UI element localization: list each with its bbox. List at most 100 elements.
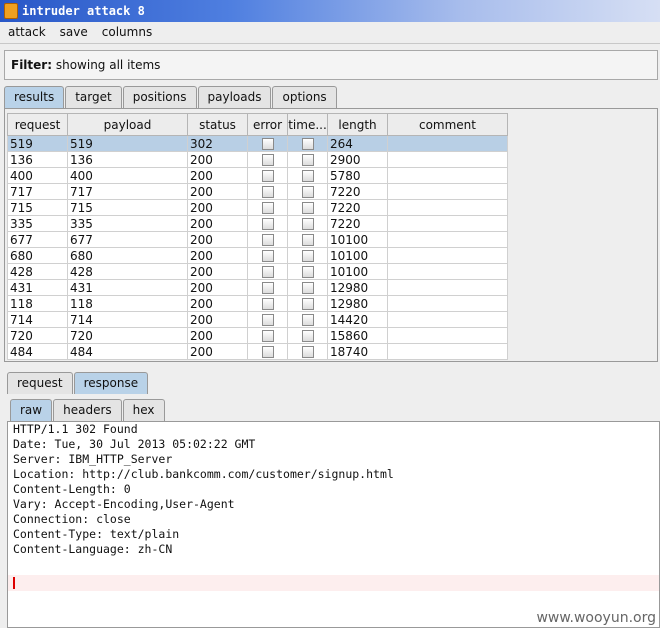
error-checkbox[interactable]: [261, 234, 274, 246]
tab-raw[interactable]: raw: [10, 399, 53, 421]
cell-request: 680: [7, 247, 68, 264]
cell-request: 717: [7, 183, 68, 200]
table-row[interactable]: 335 335 200 7220: [7, 215, 508, 232]
error-checkbox[interactable]: [261, 346, 274, 358]
tab-hex[interactable]: hex: [122, 399, 165, 421]
timeout-checkbox[interactable]: [301, 170, 314, 182]
table-row[interactable]: 484 484 200 18740: [7, 343, 508, 360]
cell-error: [247, 135, 288, 152]
column-header-5[interactable]: length: [327, 113, 388, 136]
filter-bar[interactable]: Filter: showing all items: [4, 50, 658, 80]
cell-length: 7220: [327, 183, 388, 200]
menu-item-save[interactable]: save: [52, 22, 94, 39]
table-row[interactable]: 428 428 200 10100: [7, 263, 508, 280]
menu-item-attack[interactable]: attack: [0, 22, 52, 39]
table-row[interactable]: 680 680 200 10100: [7, 247, 508, 264]
tab-headers[interactable]: headers: [53, 399, 122, 421]
cell-payload: 400: [67, 167, 188, 184]
tab-response[interactable]: response: [73, 372, 149, 394]
cell-comment: [387, 327, 508, 344]
error-checkbox[interactable]: [261, 186, 274, 198]
error-checkbox[interactable]: [261, 250, 274, 262]
cell-length: 10100: [327, 231, 388, 248]
timeout-checkbox[interactable]: [301, 314, 314, 326]
timeout-checkbox[interactable]: [301, 218, 314, 230]
error-checkbox[interactable]: [261, 138, 274, 150]
tab-options[interactable]: options: [272, 86, 337, 108]
cell-comment: [387, 151, 508, 168]
cell-payload: 717: [67, 183, 188, 200]
cell-timeout: [287, 231, 328, 248]
cell-payload: 680: [67, 247, 188, 264]
cell-error: [247, 215, 288, 232]
error-checkbox[interactable]: [261, 202, 274, 214]
cell-length: 10100: [327, 247, 388, 264]
cell-request: 720: [7, 327, 68, 344]
response-editor[interactable]: HTTP/1.1 302 Found Date: Tue, 30 Jul 2013…: [7, 421, 660, 628]
column-header-1[interactable]: payload: [67, 113, 188, 136]
cell-status: 200: [187, 247, 248, 264]
column-header-2[interactable]: status: [187, 113, 248, 136]
error-checkbox[interactable]: [261, 314, 274, 326]
table-row[interactable]: 400 400 200 5780: [7, 167, 508, 184]
tab-results[interactable]: results: [4, 86, 65, 108]
table-row[interactable]: 677 677 200 10100: [7, 231, 508, 248]
table-row[interactable]: 118 118 200 12980: [7, 295, 508, 312]
column-header-4[interactable]: time...: [287, 113, 328, 136]
tab-request[interactable]: request: [7, 372, 73, 394]
table-row[interactable]: 714 714 200 14420: [7, 311, 508, 328]
tab-target[interactable]: target: [65, 86, 122, 108]
text-caret: [13, 577, 15, 589]
timeout-checkbox[interactable]: [301, 266, 314, 278]
cell-timeout: [287, 151, 328, 168]
cell-payload: 431: [67, 279, 188, 296]
cell-request: 714: [7, 311, 68, 328]
table-row[interactable]: 720 720 200 15860: [7, 327, 508, 344]
error-checkbox[interactable]: [261, 170, 274, 182]
error-checkbox[interactable]: [261, 330, 274, 342]
detail-tabs: request response: [7, 372, 149, 394]
cell-timeout: [287, 295, 328, 312]
cell-payload: 677: [67, 231, 188, 248]
timeout-checkbox[interactable]: [301, 330, 314, 342]
timeout-checkbox[interactable]: [301, 138, 314, 150]
timeout-checkbox[interactable]: [301, 298, 314, 310]
cell-request: 519: [7, 135, 68, 152]
error-checkbox[interactable]: [261, 154, 274, 166]
table-row[interactable]: 431 431 200 12980: [7, 279, 508, 296]
column-header-3[interactable]: error: [247, 113, 288, 136]
cell-error: [247, 263, 288, 280]
cell-comment: [387, 295, 508, 312]
timeout-checkbox[interactable]: [301, 234, 314, 246]
cell-payload: 720: [67, 327, 188, 344]
table-row[interactable]: 136 136 200 2900: [7, 151, 508, 168]
error-checkbox[interactable]: [261, 218, 274, 230]
timeout-checkbox[interactable]: [301, 186, 314, 198]
timeout-checkbox[interactable]: [301, 154, 314, 166]
error-checkbox[interactable]: [261, 266, 274, 278]
menu-item-columns[interactable]: columns: [94, 22, 158, 39]
table-row[interactable]: 717 717 200 7220: [7, 183, 508, 200]
tab-payloads[interactable]: payloads: [197, 86, 272, 108]
error-checkbox[interactable]: [261, 298, 274, 310]
timeout-checkbox[interactable]: [301, 282, 314, 294]
cell-error: [247, 151, 288, 168]
tab-positions[interactable]: positions: [122, 86, 197, 108]
cell-comment: [387, 183, 508, 200]
cell-timeout: [287, 311, 328, 328]
window-title: intruder attack 8: [22, 4, 145, 18]
column-header-6[interactable]: comment: [387, 113, 508, 136]
timeout-checkbox[interactable]: [301, 346, 314, 358]
table-row[interactable]: 715 715 200 7220: [7, 199, 508, 216]
timeout-checkbox[interactable]: [301, 202, 314, 214]
timeout-checkbox[interactable]: [301, 250, 314, 262]
cell-timeout: [287, 167, 328, 184]
response-line: Connection: close: [13, 512, 131, 526]
cell-request: 118: [7, 295, 68, 312]
response-line: HTTP/1.1 302 Found: [13, 422, 138, 436]
table-body: 519 519 302 264 136 136 200 2900 400 400 200 5780 71…: [7, 135, 508, 360]
error-checkbox[interactable]: [261, 282, 274, 294]
table-row[interactable]: 519 519 302 264: [7, 135, 508, 152]
column-header-0[interactable]: request: [7, 113, 68, 136]
cell-timeout: [287, 279, 328, 296]
